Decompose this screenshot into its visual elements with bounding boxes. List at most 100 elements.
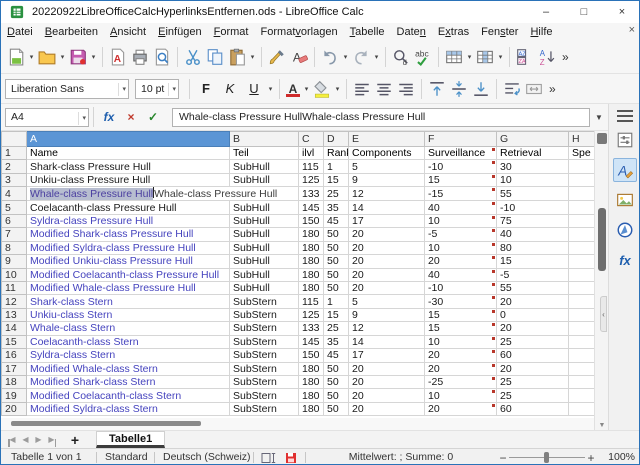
cell-G17[interactable]: 20 — [497, 362, 569, 375]
cell-E10[interactable]: 20 — [349, 268, 425, 281]
selection-summary[interactable]: Mittelwert: ; Summe: 0 — [331, 451, 471, 463]
cell-B5[interactable]: SubHull — [230, 201, 299, 214]
cell-B2[interactable]: SubHull — [230, 160, 299, 173]
cell-C3[interactable]: 125 — [299, 173, 324, 186]
cell-F2[interactable]: -10 — [425, 160, 497, 173]
zoom-slider-thumb[interactable] — [544, 452, 549, 463]
cell-G8[interactable]: 80 — [497, 241, 569, 254]
font-name-combo[interactable]: Liberation Sans ▾ — [5, 79, 129, 99]
cell-B12[interactable]: SubStern — [230, 295, 299, 308]
cell-G2[interactable]: 30 — [497, 160, 569, 173]
undo-button[interactable] — [319, 45, 341, 69]
cell-E3[interactable]: 9 — [349, 173, 425, 186]
cell-F13[interactable]: 15 — [425, 308, 497, 321]
next-sheet-button[interactable]: ▶ — [32, 435, 45, 444]
align-right-button[interactable] — [395, 77, 417, 101]
cell-F11[interactable]: -10 — [425, 281, 497, 294]
cell-H16[interactable] — [569, 349, 595, 362]
cell-C18[interactable]: 180 — [299, 376, 324, 389]
new-document-button[interactable] — [5, 45, 27, 69]
print-preview-button[interactable] — [151, 45, 173, 69]
cell-H9[interactable] — [569, 255, 595, 268]
zoom-slider[interactable]: − + — [497, 450, 597, 465]
cell-E18[interactable]: 20 — [349, 376, 425, 389]
font-name-dropdown-icon[interactable]: ▾ — [118, 83, 126, 96]
cell-B11[interactable]: SubHull — [230, 281, 299, 294]
cell-H15[interactable] — [569, 335, 595, 348]
print-button[interactable] — [129, 45, 151, 69]
first-sheet-button[interactable]: ◀ — [6, 435, 19, 444]
find-replace-button[interactable]: d — [390, 45, 412, 69]
row-header-13[interactable]: 13 — [2, 308, 27, 321]
col-header-D[interactable]: D — [324, 132, 349, 147]
cell-D9[interactable]: 50 — [324, 255, 349, 268]
toolbar-overflow-icon[interactable]: » — [562, 50, 569, 64]
cell-F19[interactable]: 10 — [425, 389, 497, 402]
cell-G6[interactable]: 75 — [497, 214, 569, 227]
title-bar[interactable]: 20220922LibreOfficeCalcHyperlinksEntfern… — [1, 1, 640, 23]
font-color-dropdown-icon[interactable]: ▾ — [302, 85, 311, 93]
toolbar-overflow-icon[interactable]: » — [549, 82, 556, 96]
row-header-4[interactable]: 4 — [2, 187, 27, 201]
cell-A18[interactable]: Modified Shark-class Stern — [27, 376, 230, 389]
cell-D17[interactable]: 50 — [324, 362, 349, 375]
add-sheet-button[interactable]: + — [64, 432, 86, 448]
row-header-14[interactable]: 14 — [2, 322, 27, 335]
cell-E14[interactable]: 12 — [349, 322, 425, 335]
sidebar-hide-handle[interactable]: ‹ — [600, 296, 607, 332]
horizontal-scrollbar-thumb[interactable] — [11, 421, 201, 426]
highlight-color-button[interactable] — [311, 77, 333, 101]
cell-H18[interactable] — [569, 376, 595, 389]
cell-B19[interactable]: SubStern — [230, 389, 299, 402]
col-header-H[interactable]: H — [569, 132, 595, 147]
copy-button[interactable] — [204, 45, 226, 69]
cell-H7[interactable] — [569, 228, 595, 241]
menu-daten[interactable]: Daten — [391, 25, 432, 39]
col-header-G[interactable]: G — [497, 132, 569, 147]
cell-G13[interactable]: 0 — [497, 308, 569, 321]
cell-C20[interactable]: 180 — [299, 402, 324, 415]
cell-F3[interactable]: 15 — [425, 173, 497, 186]
cell-D13[interactable]: 15 — [324, 308, 349, 321]
cell-C10[interactable]: 180 — [299, 268, 324, 281]
scroll-down-icon[interactable]: ▼ — [595, 422, 609, 429]
underline-dropdown-icon[interactable]: ▾ — [266, 85, 275, 93]
row-header-19[interactable]: 19 — [2, 389, 27, 402]
row-header-12[interactable]: 12 — [2, 295, 27, 308]
cell-H17[interactable] — [569, 362, 595, 375]
menu-extras[interactable]: Extras — [432, 25, 475, 39]
cell-D2[interactable]: 1 — [324, 160, 349, 173]
open-dropdown-icon[interactable]: ▾ — [58, 53, 67, 61]
cell-F4[interactable]: -15 — [425, 187, 497, 201]
cell-C16[interactable]: 150 — [299, 349, 324, 362]
cell-G4[interactable]: 55 — [497, 187, 569, 201]
zoom-out-icon[interactable]: − — [497, 451, 509, 465]
cell-D7[interactable]: 50 — [324, 228, 349, 241]
cell-E1[interactable]: Components — [349, 147, 425, 160]
align-center-button[interactable] — [373, 77, 395, 101]
vertical-scrollbar-thumb[interactable] — [598, 208, 606, 271]
cell-B8[interactable]: SubHull — [230, 241, 299, 254]
cell-D20[interactable]: 50 — [324, 402, 349, 415]
center-vertically-button[interactable] — [448, 77, 470, 101]
cell-F9[interactable]: 20 — [425, 255, 497, 268]
col-header-E[interactable]: E — [349, 132, 425, 147]
cell-F14[interactable]: 15 — [425, 322, 497, 335]
cell-E15[interactable]: 14 — [349, 335, 425, 348]
redo-button[interactable] — [350, 45, 372, 69]
cell-D4[interactable]: 25 — [324, 187, 349, 201]
cell-D6[interactable]: 45 — [324, 214, 349, 227]
cell-E6[interactable]: 17 — [349, 214, 425, 227]
horizontal-scrollbar[interactable] — [1, 418, 594, 430]
cell-B16[interactable]: SubStern — [230, 349, 299, 362]
cell-B20[interactable]: SubStern — [230, 402, 299, 415]
menu-formatvorlagen[interactable]: Formatvorlagen — [254, 25, 343, 39]
cell-H20[interactable] — [569, 402, 595, 415]
cell-A11[interactable]: Modified Whale-class Pressure Hull — [27, 281, 230, 294]
cell-G5[interactable]: -10 — [497, 201, 569, 214]
cell-D3[interactable]: 15 — [324, 173, 349, 186]
previous-sheet-button[interactable]: ◀ — [19, 435, 32, 444]
cell-A13[interactable]: Unkiu-class Stern — [27, 308, 230, 321]
cell-G9[interactable]: 15 — [497, 255, 569, 268]
cell-B7[interactable]: SubHull — [230, 228, 299, 241]
